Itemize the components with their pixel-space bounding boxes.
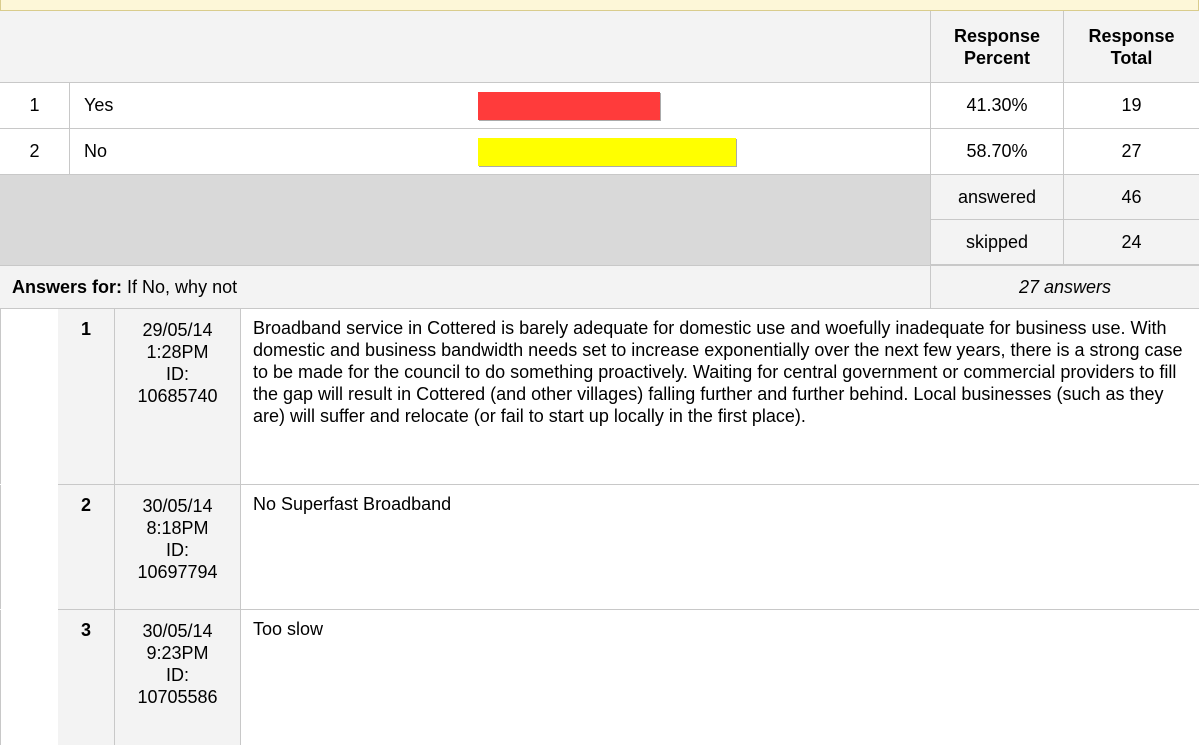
answers-question: If No, why not xyxy=(127,276,238,297)
answered-label: answered xyxy=(930,175,1063,220)
summary-blank xyxy=(0,175,930,265)
header-response-percent: Response Percent xyxy=(930,11,1063,83)
response-gutter xyxy=(0,485,58,609)
response-text: No Superfast Broadband xyxy=(240,485,1199,609)
response-meta: 29/05/14 1:28PM ID: 10685740 xyxy=(114,309,240,484)
row-number: 2 xyxy=(0,129,70,175)
response-number: 1 xyxy=(58,309,114,484)
table-header-blank xyxy=(0,11,930,83)
response-percent-no: 58.70% xyxy=(930,129,1063,175)
answers-count: 27 answers xyxy=(930,265,1199,309)
response-date: 30/05/14 xyxy=(142,621,213,641)
answered-value: 46 xyxy=(1063,175,1199,220)
answers-title: Answers for: If No, why not xyxy=(0,265,930,309)
skipped-label: skipped xyxy=(930,220,1063,265)
response-id-label: ID: xyxy=(165,540,189,560)
response-number: 2 xyxy=(58,485,114,609)
response-id-label: ID: xyxy=(165,364,189,384)
response-meta: 30/05/14 8:18PM ID: 10697794 xyxy=(114,485,240,609)
response-id: 10705586 xyxy=(137,687,218,707)
response-number: 3 xyxy=(58,610,114,745)
response-text: Broadband service in Cottered is barely … xyxy=(240,309,1199,484)
response-date: 30/05/14 xyxy=(142,496,213,516)
row-label-yes: Yes xyxy=(70,83,470,129)
response-gutter xyxy=(0,610,58,745)
header-response-total: Response Total xyxy=(1063,11,1199,83)
response-total-yes: 19 xyxy=(1063,83,1199,129)
response-id-label: ID: xyxy=(165,665,189,685)
response-percent-yes: 41.30% xyxy=(930,83,1063,129)
bar-cell xyxy=(470,129,930,175)
bar-cell xyxy=(470,83,930,129)
response-date: 29/05/14 xyxy=(142,320,213,340)
percent-bar-no xyxy=(478,137,736,166)
answers-prefix: Answers for: xyxy=(12,276,123,297)
response-meta: 30/05/14 9:23PM ID: 10705586 xyxy=(114,610,240,745)
response-total-no: 27 xyxy=(1063,129,1199,175)
row-number: 1 xyxy=(0,83,70,129)
percent-bar-yes xyxy=(478,91,660,120)
response-gutter xyxy=(0,309,58,484)
response-time: 1:28PM xyxy=(146,342,209,362)
response-time: 8:18PM xyxy=(146,518,209,538)
response-text: Too slow xyxy=(240,610,1199,745)
row-label-no: No xyxy=(70,129,470,175)
top-strip xyxy=(0,0,1199,11)
response-time: 9:23PM xyxy=(146,643,209,663)
response-id: 10685740 xyxy=(137,386,218,406)
skipped-value: 24 xyxy=(1063,220,1199,265)
response-id: 10697794 xyxy=(137,562,218,582)
